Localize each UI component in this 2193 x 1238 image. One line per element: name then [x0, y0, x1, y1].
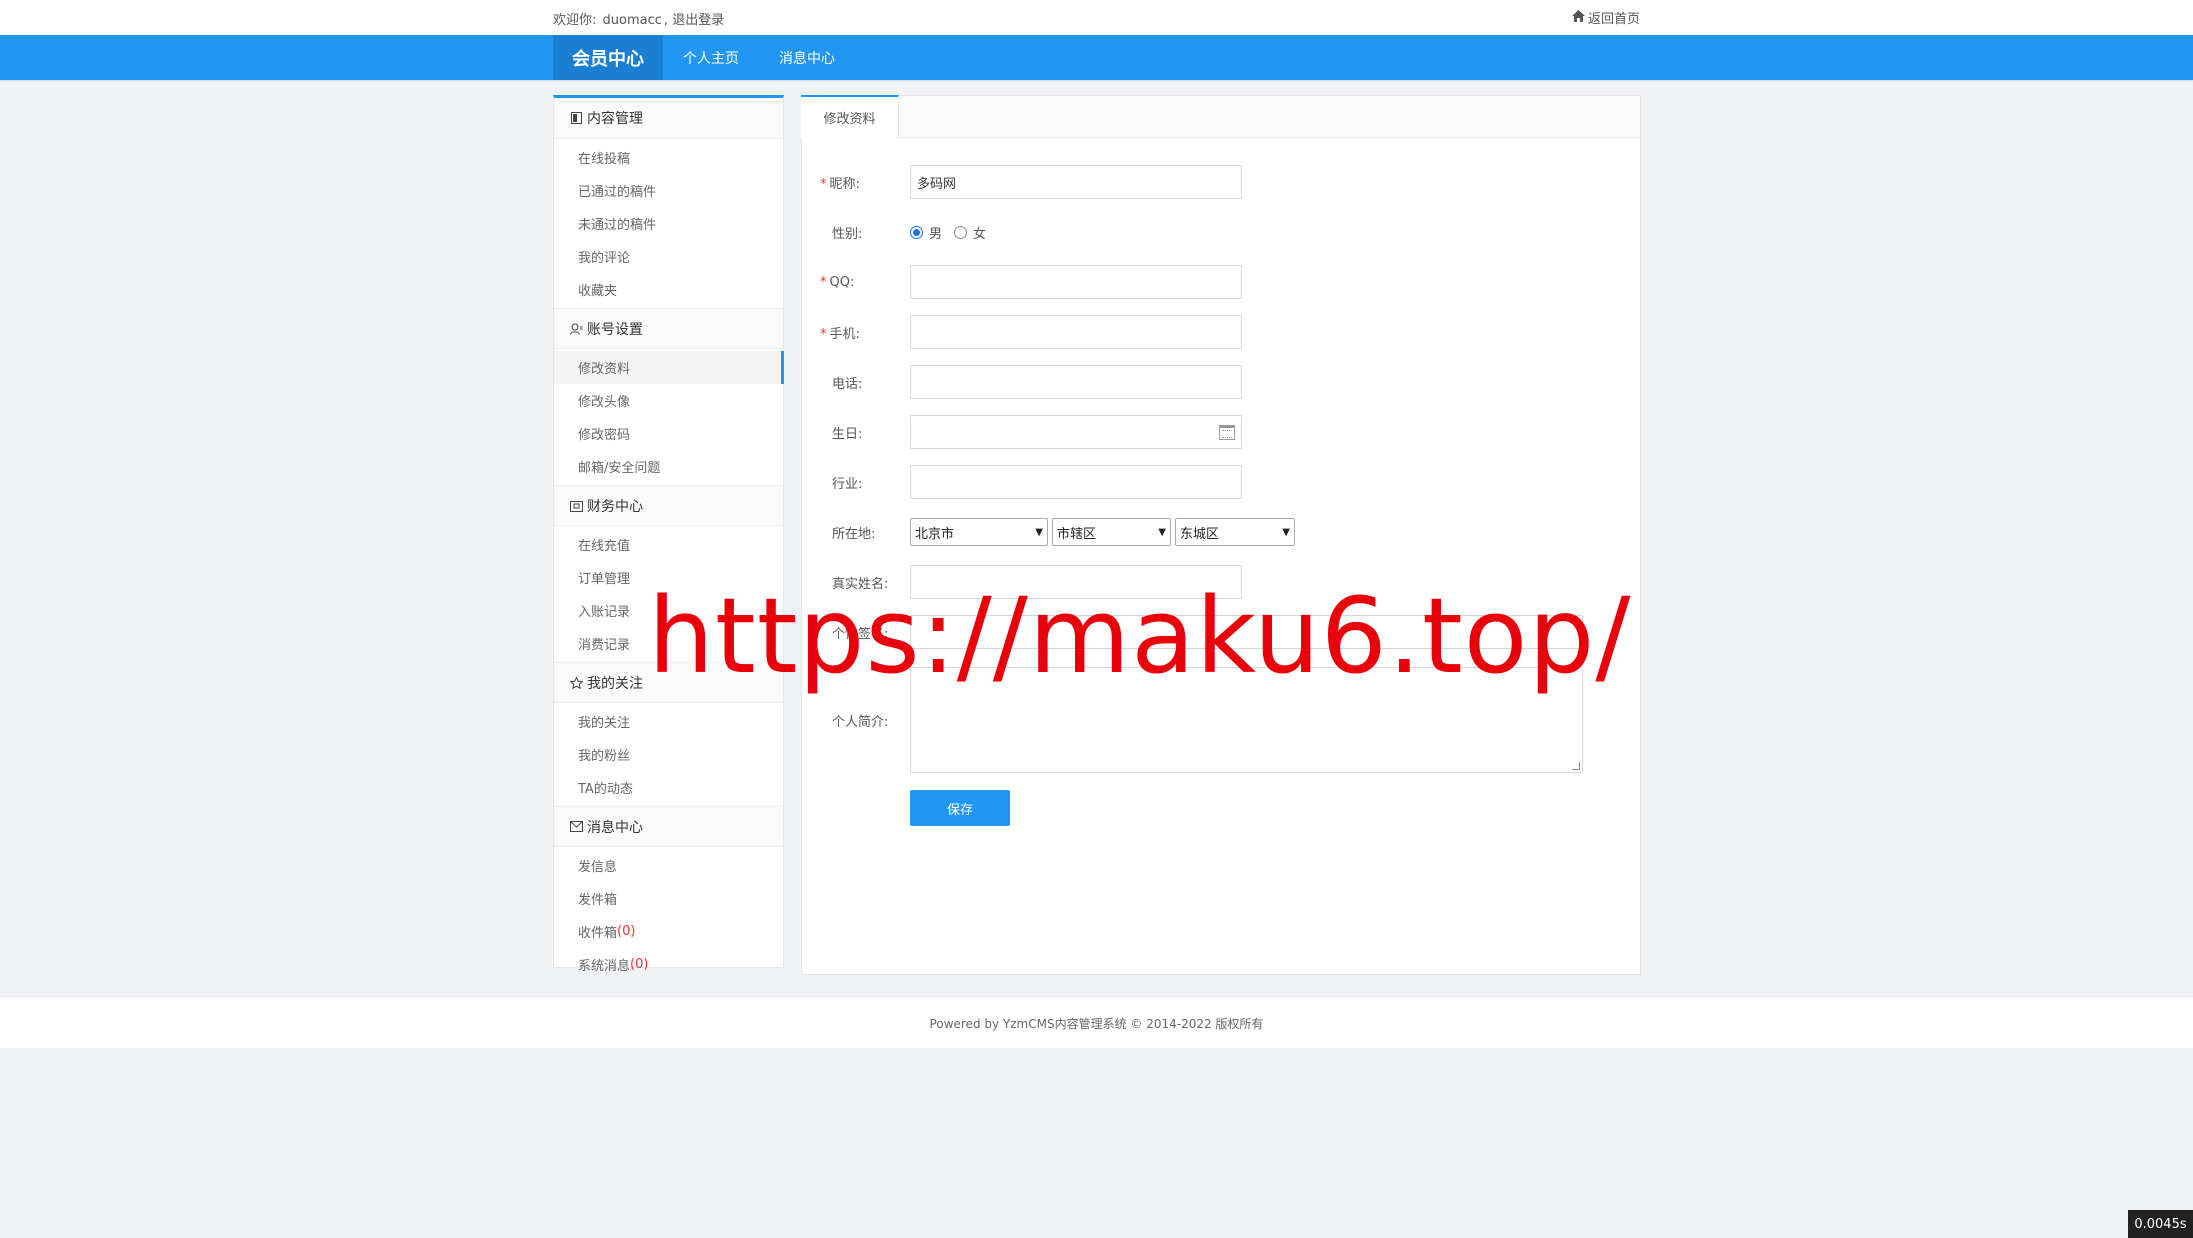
city-value: 市辖区 [1057, 526, 1097, 542]
home-link[interactable]: 返回首页 [1572, 8, 1640, 27]
home-link-label: 返回首页 [1588, 12, 1641, 27]
location-label: 所在地: [832, 526, 876, 542]
sidebar: 内容管理 在线投稿 已通过的稿件 未通过的稿件 我的评论 收藏夹 账号设置 修改… [553, 95, 784, 974]
sidebar-list-messages: 发信息 发件箱 收件箱 (0) 系统消息 (0) [554, 847, 783, 983]
birthday-field[interactable] [910, 415, 1242, 449]
district-select[interactable]: 东城区 ▼ [1175, 518, 1295, 546]
mail-icon [569, 820, 583, 834]
tab-bar: 修改资料 [801, 95, 1640, 138]
sidebar-item-approved[interactable]: 已通过的稿件 [554, 174, 783, 207]
home-icon [1572, 9, 1585, 26]
inbox-count: (0) [617, 924, 636, 939]
sidebar-group-label: 我的关注 [587, 675, 643, 692]
document-icon [569, 111, 583, 125]
phone-field[interactable] [910, 365, 1242, 399]
province-value: 北京市 [915, 526, 955, 542]
wallet-icon [569, 499, 583, 513]
top-bar: 欢迎你: duomacc, 退出登录 返回首页 [0, 0, 2193, 35]
sidebar-item-recharge[interactable]: 在线充值 [554, 528, 783, 561]
industry-field[interactable] [910, 465, 1242, 499]
save-button[interactable]: 保存 [910, 790, 1010, 826]
qq-field[interactable] [910, 265, 1242, 299]
sidebar-list-follow: 我的关注 我的粉丝 TA的动态 [554, 703, 783, 806]
sidebar-group-account: 账号设置 [554, 308, 783, 349]
sidebar-item-favorites[interactable]: 收藏夹 [554, 273, 783, 306]
phone-label: 电话: [832, 376, 863, 392]
sidebar-item-email-security[interactable]: 邮箱/安全问题 [554, 450, 783, 483]
required-mark: * [820, 176, 827, 192]
industry-label: 行业: [832, 476, 863, 492]
welcome-text: 欢迎你: duomacc, 退出登录 [553, 9, 724, 28]
qq-label-text: QQ: [829, 274, 855, 290]
render-time-badge: 0.0045s [2128, 1210, 2193, 1238]
sidebar-list-account: 修改资料 修改头像 修改密码 邮箱/安全问题 [554, 349, 784, 485]
tab-edit-profile[interactable]: 修改资料 [801, 95, 899, 138]
calendar-icon[interactable] [1219, 425, 1235, 440]
logout-link[interactable]: 退出登录 [672, 13, 724, 28]
sidebar-item-edit-profile[interactable]: 修改资料 [554, 351, 784, 384]
sidebar-item-outbox[interactable]: 发件箱 [554, 882, 783, 915]
required-mark: * [820, 274, 827, 290]
footer-text: Powered by YzmCMS内容管理系统 © 2014-2022 版权所有 [929, 1016, 1264, 1031]
gender-radio-group: 男 女 [910, 223, 986, 242]
sidebar-group-content: 内容管理 [554, 98, 783, 139]
chevron-down-icon: ▼ [1158, 526, 1166, 538]
main-panel: 修改资料 * 昵称: 多码网 性别: 男 女 * QQ: * 手机: 电话: 生日: [801, 95, 1641, 975]
qq-label: * QQ: [820, 275, 854, 290]
birthday-label: 生日: [832, 426, 863, 442]
district-value: 东城区 [1180, 526, 1220, 542]
gender-male-radio[interactable] [910, 225, 923, 239]
inbox-label: 收件箱 [578, 926, 618, 941]
sidebar-group-label: 消息中心 [587, 819, 643, 836]
system-messages-label: 系统消息 [578, 959, 631, 974]
nav-item-homepage[interactable]: 个人主页 [683, 35, 739, 80]
username[interactable]: duomacc [603, 13, 662, 28]
footer: Powered by YzmCMS内容管理系统 © 2014-2022 版权所有 [0, 998, 2193, 1048]
welcome-separator: , [663, 13, 669, 28]
sidebar-group-label: 账号设置 [587, 321, 643, 338]
nav-brand[interactable]: 会员中心 [553, 35, 663, 80]
city-select[interactable]: 市辖区 ▼ [1052, 518, 1171, 546]
welcome-prefix: 欢迎你: [553, 13, 597, 28]
star-icon [569, 676, 583, 690]
sidebar-item-fans[interactable]: 我的粉丝 [554, 738, 783, 771]
mobile-label-text: 手机: [829, 326, 860, 342]
nickname-label-text: 昵称: [829, 176, 860, 192]
sidebar-item-inbox[interactable]: 收件箱 (0) [554, 915, 783, 948]
sidebar-group-messages: 消息中心 [554, 806, 783, 847]
sidebar-item-activity[interactable]: TA的动态 [554, 771, 783, 804]
mobile-field[interactable] [910, 315, 1242, 349]
province-select[interactable]: 北京市 ▼ [910, 518, 1048, 546]
required-mark: * [820, 326, 827, 342]
sidebar-item-following[interactable]: 我的关注 [554, 705, 783, 738]
user-icon [569, 322, 583, 336]
nickname-field[interactable]: 多码网 [910, 165, 1242, 199]
sidebar-item-send-message[interactable]: 发信息 [554, 849, 783, 882]
resize-handle[interactable] [1572, 762, 1580, 770]
gender-female-label: 女 [973, 226, 987, 242]
chevron-down-icon: ▼ [1282, 526, 1290, 538]
sidebar-item-submit[interactable]: 在线投稿 [554, 141, 783, 174]
sidebar-item-system-messages[interactable]: 系统消息 (0) [554, 948, 783, 981]
sidebar-item-edit-avatar[interactable]: 修改头像 [554, 384, 783, 417]
sidebar-group-label: 财务中心 [587, 498, 643, 515]
chevron-down-icon: ▼ [1035, 526, 1043, 538]
system-messages-count: (0) [630, 957, 649, 972]
sidebar-item-edit-password[interactable]: 修改密码 [554, 417, 783, 450]
gender-male-label: 男 [929, 226, 943, 242]
sidebar-item-comments[interactable]: 我的评论 [554, 240, 783, 273]
watermark-text: https://maku6.top/ [648, 575, 1632, 697]
sidebar-group-label: 内容管理 [587, 111, 643, 127]
row-save: 保存 [802, 790, 1642, 826]
gender-label: 性别: [832, 226, 863, 242]
nav-item-messages[interactable]: 消息中心 [779, 35, 835, 80]
nickname-label: * 昵称: [820, 173, 860, 192]
mobile-label: * 手机: [820, 323, 860, 342]
sidebar-item-rejected[interactable]: 未通过的稿件 [554, 207, 783, 240]
main-navbar: 会员中心 个人主页 消息中心 [0, 35, 2193, 80]
gender-female-radio[interactable] [954, 225, 968, 239]
sidebar-list-content: 在线投稿 已通过的稿件 未通过的稿件 我的评论 收藏夹 [554, 139, 783, 308]
sidebar-group-finance: 财务中心 [554, 485, 783, 526]
intro-label: 个人简介: [832, 715, 889, 730]
